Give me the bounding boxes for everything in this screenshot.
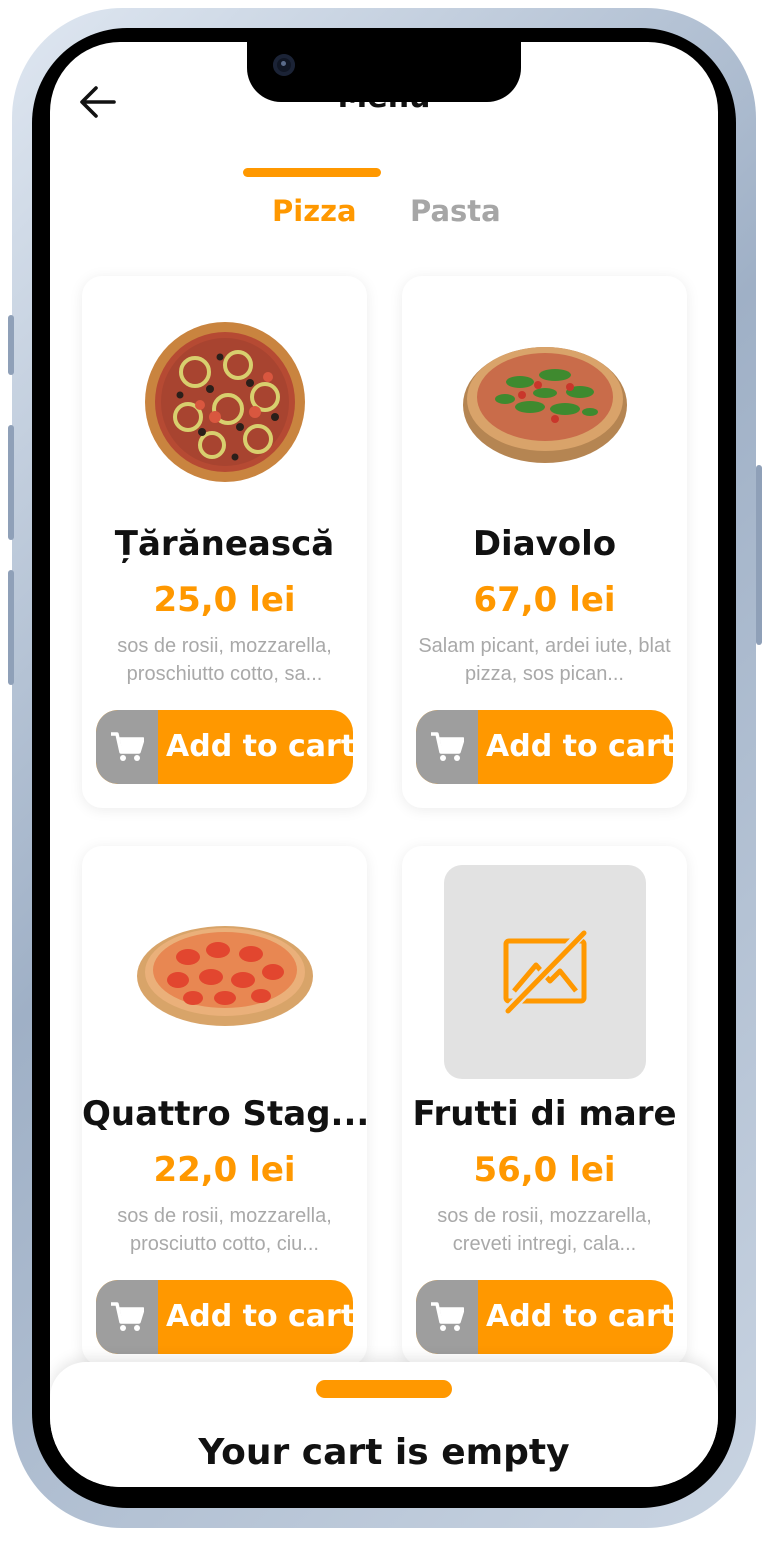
product-card[interactable]: Frutti di mare 56,0 lei sos de rosii, mo… [402, 846, 687, 1366]
cart-status-text: Your cart is empty [198, 1432, 570, 1473]
add-to-cart-label: Add to cart [166, 1299, 353, 1334]
product-name: Quattro Stag... [82, 1094, 370, 1134]
product-description: sos de rosii, mozzarella, proschiutto co… [117, 635, 332, 685]
add-to-cart-button[interactable]: Add to cart [416, 1280, 673, 1354]
pizza-quattro-photo [136, 926, 313, 1026]
add-to-cart-button[interactable]: Add to cart [416, 710, 673, 784]
product-name: Frutti di mare [412, 1094, 677, 1134]
product-price: 56,0 lei [473, 1150, 616, 1190]
cart-icon [416, 1280, 478, 1354]
product-image [402, 296, 687, 508]
tab-pizza[interactable]: Pizza [272, 194, 357, 228]
pizza-taraneasca-photo [144, 322, 305, 482]
product-price: 67,0 lei [473, 580, 616, 620]
product-name: Țărănească [114, 524, 335, 564]
sheet-drag-handle[interactable] [316, 1380, 452, 1398]
cart-icon [416, 710, 478, 784]
cart-bottom-sheet[interactable]: Your cart is empty [50, 1362, 718, 1487]
cart-icon [96, 710, 158, 784]
pizza-diavolo-photo [462, 347, 627, 463]
product-image [82, 296, 367, 508]
product-image [402, 865, 687, 1079]
image-placeholder [443, 865, 646, 1079]
product-card[interactable]: Quattro Stag... 22,0 lei sos de rosii, m… [82, 846, 370, 1366]
product-description: sos de rosii, mozzarella, prosciutto cot… [117, 1205, 332, 1255]
product-description: Salam picant, ardei iute, blat pizza, so… [418, 635, 671, 685]
product-name: Diavolo [472, 524, 617, 564]
tab-pasta[interactable]: Pasta [410, 194, 501, 228]
phone-power-button [756, 465, 762, 645]
app-screen: Menu Pizza Pasta [50, 42, 718, 1487]
active-tab-indicator [243, 168, 381, 177]
add-to-cart-label: Add to cart [486, 729, 673, 764]
add-to-cart-button[interactable]: Add to cart [96, 710, 353, 784]
product-card[interactable]: Țărănească 25,0 lei sos de rosii, mozzar… [82, 276, 367, 808]
add-to-cart-label: Add to cart [166, 729, 353, 764]
add-to-cart-label: Add to cart [486, 1299, 673, 1334]
phone-side-button [8, 315, 14, 375]
cart-icon [96, 1280, 158, 1354]
product-price: 22,0 lei [153, 1150, 296, 1190]
front-camera [273, 54, 295, 76]
product-description: sos de rosii, mozzarella, creveti intreg… [437, 1205, 652, 1255]
notch [247, 42, 521, 102]
product-image [82, 866, 367, 1078]
product-card[interactable]: Diavolo 67,0 lei Salam picant, ardei iut… [402, 276, 687, 808]
phone-volume-down [8, 570, 14, 685]
phone-volume-up [8, 425, 14, 540]
product-price: 25,0 lei [153, 580, 296, 620]
no-image-placeholder-icon [501, 927, 588, 1017]
add-to-cart-button[interactable]: Add to cart [96, 1280, 353, 1354]
